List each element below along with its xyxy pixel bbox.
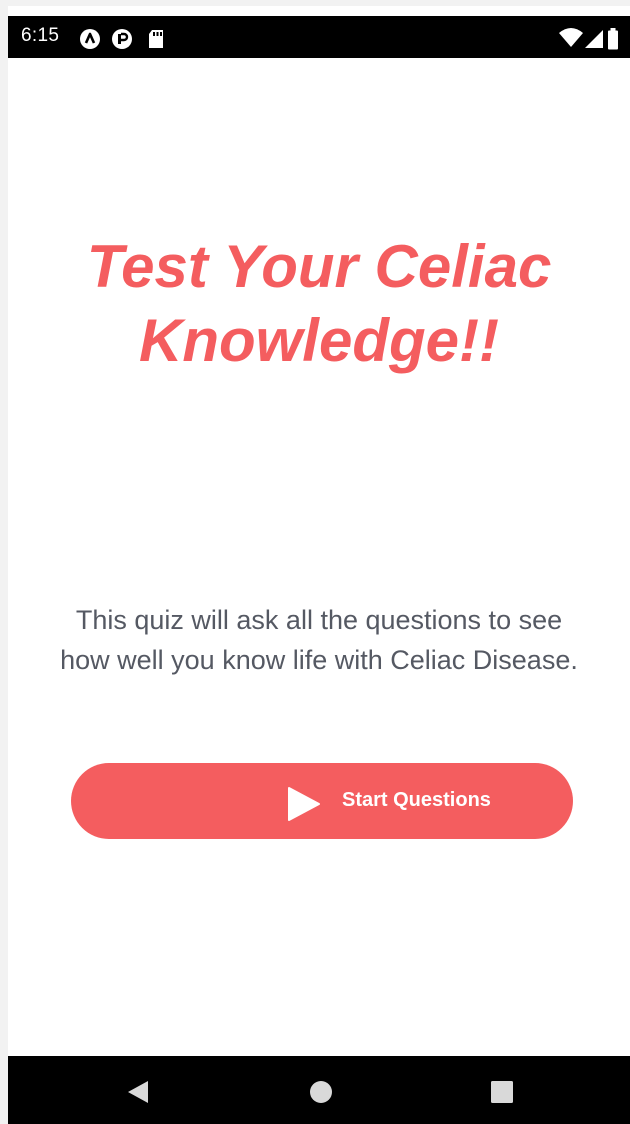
wifi-icon: [559, 28, 583, 48]
title-line-1: Test Your Celiac: [86, 233, 552, 300]
page-title: Test Your Celiac Knowledge!!: [8, 230, 630, 378]
start-questions-button[interactable]: Start Questions: [71, 763, 573, 839]
app-r-icon: [111, 28, 133, 49]
title-line-2: Knowledge!!: [139, 307, 499, 374]
app-a-icon: [79, 28, 101, 49]
recents-icon[interactable]: [491, 1081, 513, 1103]
quiz-description: This quiz will ask all the questions to …: [8, 600, 630, 680]
play-icon: [287, 786, 321, 822]
description-line-1: This quiz will ask all the questions to …: [75, 605, 563, 635]
battery-icon: [607, 28, 619, 50]
home-icon[interactable]: [309, 1080, 333, 1104]
phone-screen: 6:15 Test Your Celiac Knowledge!! This q…: [8, 6, 630, 1124]
signal-icon: [585, 28, 603, 48]
sd-card-icon: [147, 28, 165, 48]
start-questions-label: Start Questions: [342, 789, 491, 811]
status-time: 6:15: [21, 25, 60, 46]
status-bar: 6:15: [8, 16, 630, 58]
back-icon[interactable]: [127, 1080, 149, 1104]
navigation-bar: [8, 1056, 630, 1124]
description-line-2: how well you know life with Celiac Disea…: [60, 645, 578, 675]
